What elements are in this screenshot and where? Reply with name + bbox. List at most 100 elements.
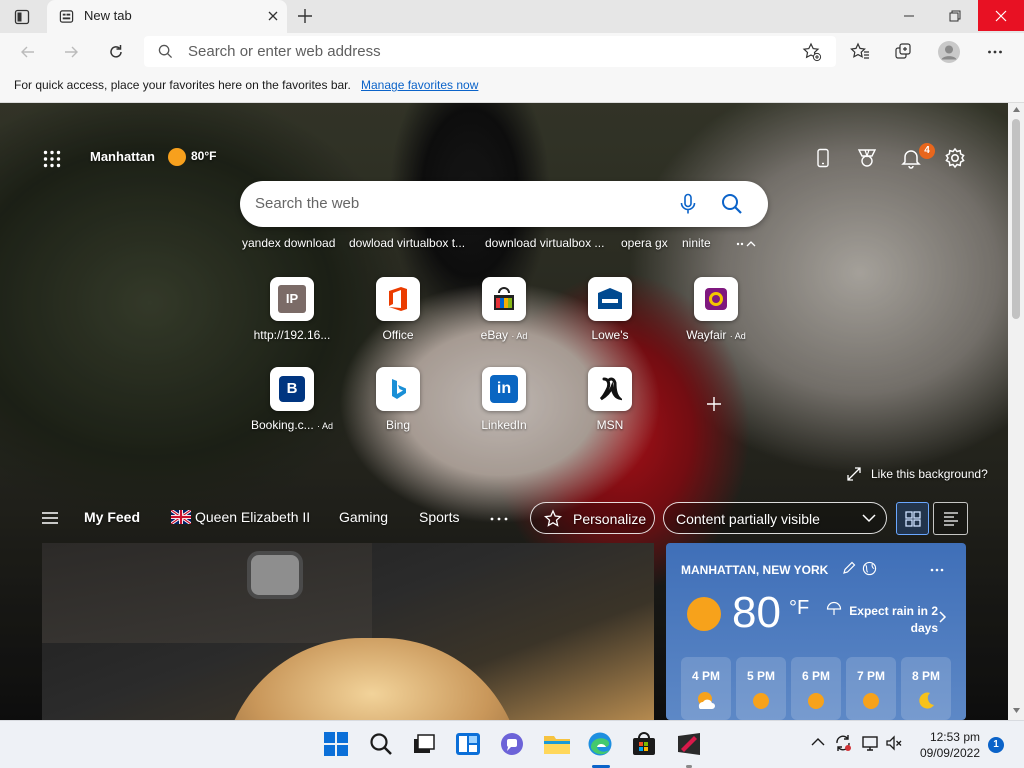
web-search-placeholder: Search the web	[255, 195, 360, 212]
chevron-right-icon[interactable]	[939, 611, 947, 623]
taskbar: 12:53 pm 09/09/2022 1	[0, 720, 1024, 768]
quick-link[interactable]: IP http://192.16...	[250, 277, 334, 342]
manage-favorites-link[interactable]: Manage favorites now	[361, 78, 478, 92]
navigation-bar: Search or enter web address	[0, 33, 1024, 70]
rewards-icon[interactable]	[856, 148, 878, 168]
microphone-icon[interactable]	[678, 193, 698, 215]
sun-icon	[752, 692, 770, 710]
weather-forecast-note[interactable]: Expect rain in 2 days	[848, 603, 938, 637]
recent-search-chip[interactable]: yandex download	[242, 236, 335, 250]
hour-label: 5 PM	[746, 669, 775, 683]
app-icon[interactable]	[676, 731, 704, 759]
quick-link-label: Lowe's	[591, 328, 629, 342]
forward-button[interactable]	[56, 37, 86, 67]
quick-link[interactable]: Office	[356, 277, 440, 342]
expand-icon[interactable]	[846, 466, 862, 482]
grid-view-button[interactable]	[896, 502, 929, 535]
gear-icon[interactable]	[944, 147, 966, 169]
scroll-down-icon[interactable]	[1013, 708, 1020, 713]
list-view-button[interactable]	[933, 502, 968, 535]
hour-label: 7 PM	[856, 669, 885, 683]
tab-close-icon[interactable]	[265, 8, 281, 24]
feed-tab-queen-elizabeth[interactable]: Queen Elizabeth II	[195, 509, 310, 525]
chevron-up-icon[interactable]	[811, 737, 825, 747]
weather-card[interactable]: MANHATTAN, NEW YORK 80 °F Expect rain in…	[666, 543, 966, 720]
file-explorer-icon[interactable]	[543, 731, 571, 759]
quick-link[interactable]: MSN	[568, 367, 652, 432]
favorites-bar-message: For quick access, place your favorites h…	[14, 78, 351, 92]
personalize-button[interactable]: Personalize	[530, 502, 655, 534]
settings-more-button[interactable]	[980, 37, 1010, 67]
weather-temperature[interactable]: 80°F	[191, 149, 216, 163]
volume-muted-icon[interactable]	[885, 734, 903, 752]
clock-time: 12:53 pm	[929, 730, 980, 744]
profile-button[interactable]	[934, 37, 964, 67]
quick-link[interactable]: eBay · Ad	[462, 277, 546, 342]
add-favorite-icon[interactable]	[802, 42, 822, 62]
collections-button[interactable]	[889, 37, 919, 67]
quick-link[interactable]: B Booking.c... · Ad	[250, 367, 334, 432]
more-feeds-icon[interactable]	[490, 516, 508, 522]
uk-flag-icon	[171, 510, 191, 524]
microsoft-store-icon[interactable]	[631, 731, 659, 759]
personalize-label: Personalize	[573, 511, 647, 527]
restore-button[interactable]	[932, 0, 978, 31]
feed-tab-my-feed[interactable]: My Feed	[84, 509, 140, 525]
content-visibility-dropdown[interactable]: Content partially visible	[663, 502, 887, 534]
ad-label: · Ad	[317, 421, 334, 431]
tab-new-tab[interactable]: New tab	[47, 0, 287, 33]
feed-tab-sports[interactable]: Sports	[419, 509, 459, 525]
ip-icon: IP	[270, 277, 314, 321]
recent-search-chip[interactable]: opera gx	[621, 236, 668, 250]
sun-icon	[167, 147, 187, 167]
recent-search-chip[interactable]: dowload virtualbox t...	[349, 236, 465, 250]
address-bar[interactable]: Search or enter web address	[144, 36, 836, 67]
scroll-up-icon[interactable]	[1013, 107, 1020, 112]
search-button-icon[interactable]	[721, 193, 743, 215]
teams-chat-icon[interactable]	[499, 731, 527, 759]
notification-center-badge[interactable]: 1	[988, 737, 1004, 753]
edge-browser-icon[interactable]	[587, 731, 615, 759]
feed-tab-gaming[interactable]: Gaming	[339, 509, 388, 525]
close-window-button[interactable]	[978, 0, 1024, 31]
quick-link[interactable]: in LinkedIn	[462, 367, 546, 432]
recent-search-chip[interactable]: download virtualbox ...	[485, 236, 604, 250]
hourly-forecast[interactable]: 7 PM	[846, 657, 896, 720]
scroll-thumb[interactable]	[1012, 119, 1020, 319]
hamburger-menu-icon[interactable]	[41, 511, 59, 525]
quick-link[interactable]: Wayfair · Ad	[674, 277, 758, 342]
globe-icon[interactable]	[862, 561, 877, 576]
search-icon[interactable]	[368, 731, 396, 759]
sync-icon[interactable]	[834, 734, 852, 752]
web-search-box[interactable]: Search the web	[240, 181, 768, 227]
add-shortcut-icon[interactable]	[705, 395, 723, 413]
widgets-icon[interactable]	[455, 731, 483, 759]
phone-icon[interactable]	[815, 148, 831, 168]
weather-location[interactable]: Manhattan	[90, 149, 155, 164]
hourly-forecast[interactable]: 6 PM	[791, 657, 841, 720]
system-clock[interactable]: 12:53 pm 09/09/2022	[918, 730, 980, 760]
tab-actions-icon[interactable]	[14, 9, 30, 25]
msn-icon	[588, 367, 632, 411]
hourly-forecast[interactable]: 4 PM	[681, 657, 731, 720]
weather-more-icon[interactable]	[930, 568, 944, 572]
minimize-button[interactable]	[886, 0, 932, 31]
like-background-link[interactable]: Like this background?	[871, 467, 988, 481]
vertical-scrollbar[interactable]	[1008, 103, 1024, 720]
quick-link[interactable]: Bing	[356, 367, 440, 432]
quick-link[interactable]: Lowe's	[568, 277, 652, 342]
app-launcher-icon[interactable]	[43, 150, 61, 168]
hourly-forecast[interactable]: 5 PM	[736, 657, 786, 720]
favorites-button[interactable]	[845, 37, 875, 67]
new-tab-button[interactable]	[296, 7, 314, 25]
hourly-forecast[interactable]: 8 PM	[901, 657, 951, 720]
windows-start-icon[interactable]	[323, 731, 351, 759]
news-card[interactable]	[42, 543, 654, 720]
recent-search-chip[interactable]: ninite	[682, 236, 711, 250]
edit-icon[interactable]	[842, 561, 856, 575]
refresh-button[interactable]	[101, 37, 131, 67]
back-button[interactable]	[13, 37, 43, 67]
network-icon[interactable]	[861, 734, 879, 752]
more-searches-icon[interactable]	[736, 239, 758, 249]
task-view-icon[interactable]	[411, 731, 439, 759]
